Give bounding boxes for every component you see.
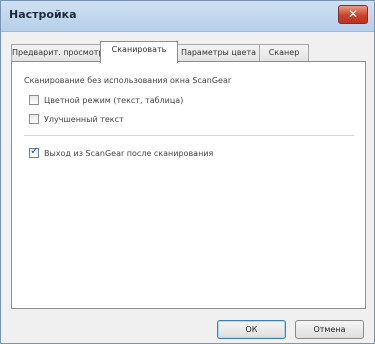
cancel-button[interactable]: Отмена — [295, 320, 364, 339]
title-bar: Настройка ✕ — [1, 1, 374, 32]
window-title: Настройка — [9, 8, 77, 21]
close-icon: ✕ — [347, 7, 359, 21]
group-caption: Сканирование без использования окна Scan… — [24, 76, 232, 85]
tab-scanner[interactable]: Сканер — [259, 44, 309, 62]
separator — [24, 135, 354, 136]
tab-preview[interactable]: Предварит. просмотр — [11, 44, 101, 62]
color-mode-label: Цветной режим (текст, таблица) — [44, 96, 184, 105]
tab-color-settings[interactable]: Параметры цвета — [177, 44, 260, 62]
scan-tab-panel: Сканирование без использования окна Scan… — [11, 61, 366, 309]
close-button[interactable]: ✕ — [338, 5, 368, 24]
exit-scangear-label: Выход из ScanGear после сканирования — [44, 149, 214, 158]
settings-dialog: Настройка ✕ Предварит. просмотр Сканиров… — [0, 0, 375, 344]
enhanced-text-checkbox[interactable] — [29, 114, 39, 124]
tab-scan[interactable]: Сканировать — [100, 41, 178, 63]
exit-scangear-checkbox[interactable]: ✓ — [29, 146, 39, 158]
checkmark-icon: ✓ — [30, 146, 39, 157]
color-mode-checkbox[interactable] — [29, 95, 39, 105]
tab-strip: Предварит. просмотр Сканировать Параметр… — [11, 41, 366, 63]
ok-button[interactable]: ОК — [217, 320, 286, 339]
enhanced-text-label: Улучшенный текст — [44, 115, 124, 124]
